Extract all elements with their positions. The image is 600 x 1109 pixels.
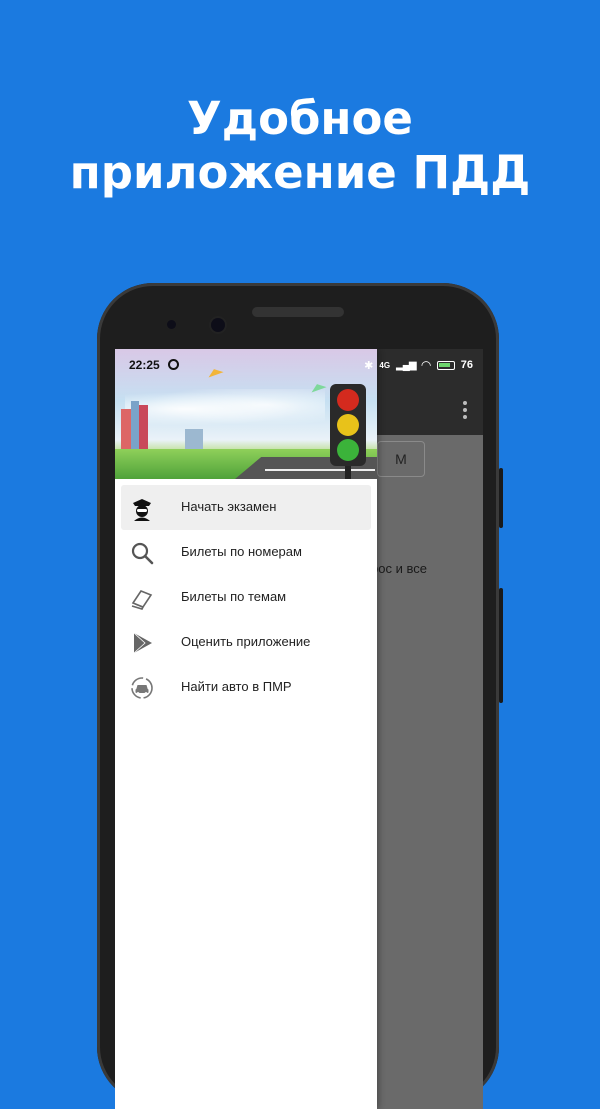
promo-headline: Удобное приложение ПДД <box>0 92 600 200</box>
network-type: 4G <box>379 360 391 370</box>
phone-volume-button <box>499 468 503 528</box>
clouds-graphic <box>125 389 325 429</box>
menu-item-tickets-by-topic[interactable]: Билеты по темам <box>121 575 371 620</box>
menu-item-start-exam[interactable]: Начать экзамен <box>121 485 371 530</box>
traffic-light-red <box>337 389 359 411</box>
background-button-label: М <box>395 451 407 467</box>
status-icons: ✱ 4G ▂▄▆ ◠ 76 <box>364 358 473 372</box>
city-building <box>139 405 148 449</box>
play-store-icon <box>133 632 152 654</box>
notification-icon <box>168 359 179 370</box>
status-time: 22:25 <box>129 358 160 372</box>
menu-item-tickets-by-number[interactable]: Билеты по номерам <box>121 530 371 575</box>
status-bar: 22:25 ✱ 4G ▂▄▆ ◠ 76 <box>115 349 483 381</box>
phone-speaker <box>252 307 344 317</box>
battery-icon <box>436 360 455 370</box>
car-search-icon <box>131 677 153 699</box>
signal-icon: ▂▄▆ <box>396 359 416 371</box>
city-building <box>131 401 139 449</box>
menu-label: Билеты по темам <box>181 589 287 604</box>
menu-item-find-car[interactable]: Найти авто в ПМР <box>121 665 371 710</box>
menu-label: Оценить приложение <box>181 634 311 649</box>
menu-label: Найти авто в ПМР <box>181 679 292 694</box>
traffic-light-green <box>337 439 359 461</box>
drawer-menu: Начать экзамен Билеты по номерам Билеты … <box>115 485 377 710</box>
menu-item-rate-app[interactable]: Оценить приложение <box>121 620 371 665</box>
phone-screen: М т. рос и все <box>115 349 483 1109</box>
phone-frame: М т. рос и все <box>97 283 503 1109</box>
navigation-drawer: Начать экзамен Билеты по номерам Билеты … <box>115 349 377 1109</box>
wifi-icon: ◠ <box>421 358 431 372</box>
bluetooth-icon: ✱ <box>364 359 374 372</box>
background-text-line-2: рос и все <box>371 561 427 576</box>
search-icon <box>131 542 154 565</box>
traffic-light-yellow <box>337 414 359 436</box>
city-building <box>121 409 131 449</box>
phone-power-button <box>499 588 503 703</box>
city-building <box>185 429 203 449</box>
police-officer-icon <box>133 499 151 521</box>
overflow-menu-icon[interactable] <box>463 401 469 422</box>
headline-line-1: Удобное <box>187 92 413 145</box>
menu-label: Билеты по номерам <box>181 544 302 559</box>
headline-line-2: приложение ПДД <box>69 146 531 199</box>
background-button[interactable]: М <box>377 441 425 477</box>
battery-level: 76 <box>460 359 473 371</box>
road-marking <box>265 469 375 471</box>
phone-sensor <box>167 320 176 329</box>
menu-label: Начать экзамен <box>181 499 277 514</box>
phone-front-camera <box>211 318 225 332</box>
book-icon <box>131 590 153 610</box>
traffic-light-icon <box>330 384 366 466</box>
